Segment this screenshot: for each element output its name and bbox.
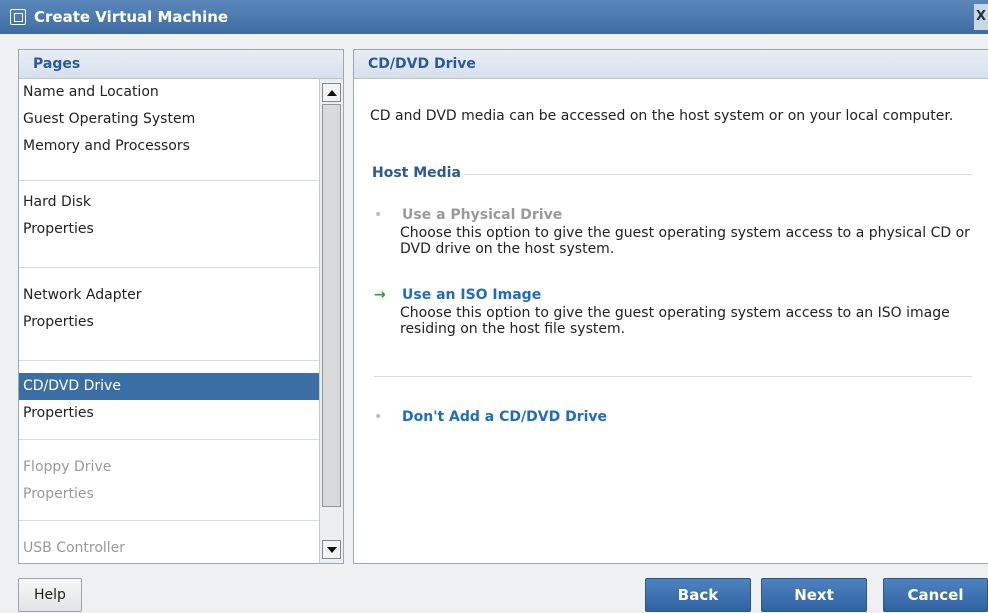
title-bar: Create Virtual Machine X [0,0,988,34]
page-group-network: Network Adapter Properties [19,268,319,361]
page-group-usb: USB Controller [19,521,319,563]
option-dont-add: • Don't Add a CD/DVD Drive [374,407,974,427]
pages-header: Pages [19,50,343,79]
help-button[interactable]: Help [18,578,82,612]
use-physical-drive-link: Use a Physical Drive [402,207,563,223]
scroll-down-button[interactable] [322,540,341,559]
content-header: CD/DVD Drive [354,50,988,79]
scroll-thumb[interactable] [322,104,341,507]
page-item-usb-controller: USB Controller [23,540,126,556]
content-panel: CD/DVD Drive CD and DVD media can be acc… [353,49,988,564]
page-item-guest-os[interactable]: Guest Operating System [19,106,319,133]
option-description: Choose this option to give the guest ope… [400,225,970,257]
page-item-memory-processors[interactable]: Memory and Processors [19,133,319,160]
page-group-hard-disk: Hard Disk Properties [19,181,319,268]
page-item-cdvd-properties[interactable]: Properties [19,400,319,427]
page-item-name-and-location[interactable]: Name and Location [19,79,319,106]
pages-scrollbar[interactable] [319,79,343,563]
intro-text: CD and DVD media can be accessed on the … [370,108,954,124]
host-media-section: Host Media [372,165,972,183]
window-title: Create Virtual Machine [34,8,229,26]
dont-add-cdvd-link[interactable]: Don't Add a CD/DVD Drive [402,409,607,425]
page-group-cdvd: CD/DVD Drive Properties [19,361,319,440]
page-group-floppy: Floppy Drive Properties [19,440,319,521]
cancel-button[interactable]: Cancel [883,578,988,612]
option-iso-image: → Use an ISO Image Choose this option to… [374,285,974,337]
scroll-up-button[interactable] [322,83,341,102]
virtual-machine-icon [10,9,26,25]
page-group-general: Name and Location Guest Operating System… [19,79,319,181]
options-divider [374,376,972,377]
option-physical-drive: • Use a Physical Drive Choose this optio… [374,205,974,257]
pages-list: Name and Location Guest Operating System… [19,79,319,563]
next-button[interactable]: Next [761,578,867,612]
page-item-floppy-properties: Properties [23,486,94,502]
page-item-floppy-drive: Floppy Drive [23,459,112,475]
bullet-icon: • [374,207,383,223]
bullet-icon: • [374,409,383,425]
close-button[interactable]: X [974,4,988,30]
page-item-hard-disk[interactable]: Hard Disk [19,189,319,216]
back-button[interactable]: Back [645,578,751,612]
arrow-right-icon: → [374,287,386,303]
use-iso-image-link[interactable]: Use an ISO Image [402,287,541,303]
page-item-network-properties[interactable]: Properties [19,309,319,336]
option-description: Choose this option to give the guest ope… [400,305,950,337]
page-item-cdvd-drive[interactable]: CD/DVD Drive [19,373,319,400]
page-item-hard-disk-properties[interactable]: Properties [19,216,319,243]
page-item-network-adapter[interactable]: Network Adapter [19,282,319,309]
pages-panel: Pages Name and Location Guest Operating … [18,49,344,564]
section-title: Host Media [372,165,465,181]
